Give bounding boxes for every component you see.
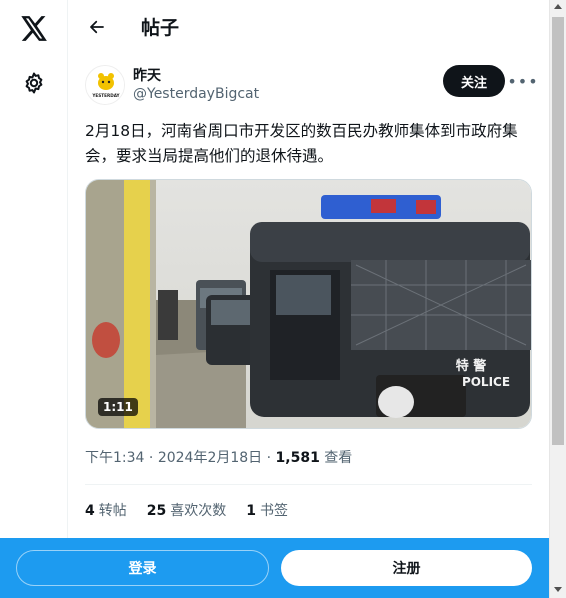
video-player[interactable]: 特 警 POLICE 1:11 xyxy=(85,179,532,429)
signup-button[interactable]: 注册 xyxy=(281,550,532,586)
back-button[interactable] xyxy=(80,10,114,44)
bottom-signup-bar: 登录 注册 xyxy=(0,538,549,598)
author-handle[interactable]: @YesterdayBigcat xyxy=(133,86,259,102)
meta-separator: · xyxy=(266,450,272,466)
van-plate: 特 警 xyxy=(456,358,487,374)
video-thumbnail: 特 警 POLICE xyxy=(86,180,531,428)
tweet-meta: 下午1:34 · 2024年2月18日 · 1,581 查看 xyxy=(85,447,352,467)
tweet-time[interactable]: 下午1:34 xyxy=(85,450,144,466)
avatar[interactable]: YESTERDAY xyxy=(85,65,125,105)
more-options-button[interactable]: ••• xyxy=(507,67,537,95)
left-nav xyxy=(0,0,68,598)
post-detail: 帖子 YESTERDAY 昨天 @YesterdayBigcat 关注 ••• … xyxy=(69,0,549,598)
scroll-down-arrow-icon[interactable] xyxy=(554,587,562,592)
stat-reposts[interactable]: 4 转帖 xyxy=(85,500,127,520)
scrollbar[interactable] xyxy=(549,0,566,598)
stat-likes[interactable]: 25 喜欢次数 xyxy=(147,500,226,520)
video-duration: 1:11 xyxy=(98,398,138,416)
tweet-date[interactable]: 2024年2月18日 xyxy=(158,450,262,466)
follow-button[interactable]: 关注 xyxy=(443,65,505,97)
author-name[interactable]: 昨天 xyxy=(133,65,161,85)
views-label: 查看 xyxy=(324,450,353,466)
tweet-text: 2月18日，河南省周口市开发区的数百民办教师集体到市政府集会，要求当局提高他们的… xyxy=(85,122,518,165)
arrow-left-icon xyxy=(90,20,104,34)
gear-icon[interactable] xyxy=(14,63,54,103)
page-title: 帖子 xyxy=(141,17,180,39)
tweet-stats: 4 转帖 25 喜欢次数 1 书签 xyxy=(85,500,308,520)
meta-separator: · xyxy=(148,450,154,466)
views-count: 1,581 xyxy=(275,450,320,466)
avatar-text: YESTERDAY xyxy=(91,93,120,98)
author-row: YESTERDAY 昨天 @YesterdayBigcat 关注 ••• xyxy=(85,63,538,107)
stat-bookmarks[interactable]: 1 书签 xyxy=(246,500,288,520)
van-text: POLICE xyxy=(462,375,510,389)
scroll-up-arrow-icon[interactable] xyxy=(554,4,562,9)
login-button[interactable]: 登录 xyxy=(16,550,269,586)
page-header: 帖子 xyxy=(69,0,549,53)
divider xyxy=(85,484,532,485)
scroll-thumb[interactable] xyxy=(552,17,564,445)
x-logo-icon[interactable] xyxy=(14,8,54,48)
